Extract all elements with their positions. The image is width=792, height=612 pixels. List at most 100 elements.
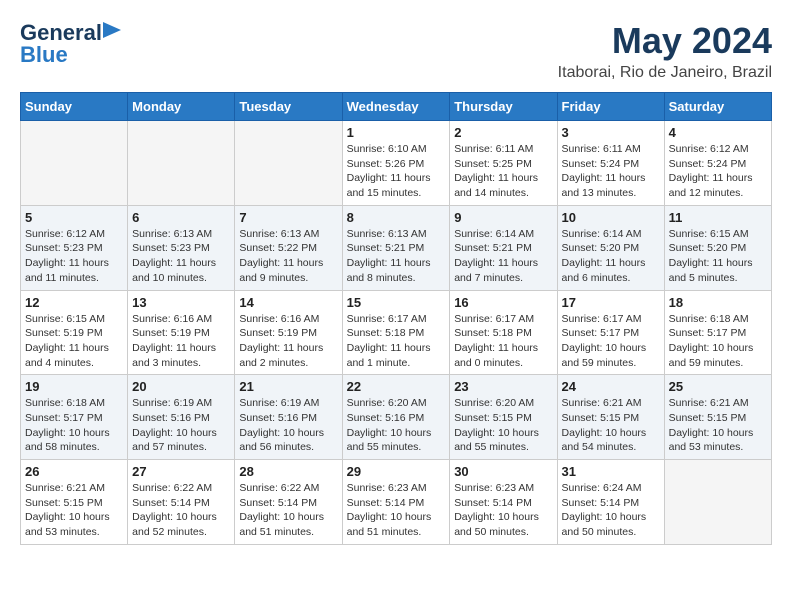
day-number: 23 (454, 379, 552, 394)
title-section: May 2024 Itaborai, Rio de Janeiro, Brazi… (558, 20, 772, 82)
day-info: Sunrise: 6:22 AM Sunset: 5:14 PM Dayligh… (132, 481, 230, 540)
calendar-week-1: 1 Sunrise: 6:10 AM Sunset: 5:26 PM Daylig… (21, 121, 772, 206)
day-number: 22 (347, 379, 446, 394)
day-number: 12 (25, 295, 123, 310)
calendar-cell: 8Sunrise: 6:13 AM Sunset: 5:21 PM Daylig… (342, 205, 450, 290)
weekday-header-friday: Friday (557, 93, 664, 121)
calendar-week-4: 19 Sunrise: 6:18 AM Sunset: 5:17 PM Dayli… (21, 375, 772, 460)
calendar-cell: 27 Sunrise: 6:22 AM Sunset: 5:14 PM Dayli… (128, 460, 235, 545)
weekday-header-wednesday: Wednesday (342, 93, 450, 121)
day-number: 16 (454, 295, 552, 310)
calendar-cell: 20 Sunrise: 6:19 AM Sunset: 5:16 PM Dayli… (128, 375, 235, 460)
calendar-cell: 23 Sunrise: 6:20 AM Sunset: 5:15 PM Dayli… (450, 375, 557, 460)
logo-blue-text: Blue (20, 42, 68, 68)
calendar-cell: 9 Sunrise: 6:14 AM Sunset: 5:21 PM Daylig… (450, 205, 557, 290)
calendar-cell: 26Sunrise: 6:21 AM Sunset: 5:15 PM Dayli… (21, 460, 128, 545)
weekday-header-monday: Monday (128, 93, 235, 121)
day-number: 4 (669, 125, 767, 140)
day-info: Sunrise: 6:19 AM Sunset: 5:16 PM Dayligh… (239, 396, 337, 455)
day-info: Sunrise: 6:11 AM Sunset: 5:25 PM Dayligh… (454, 142, 552, 201)
logo: General Blue (20, 20, 122, 68)
day-info: Sunrise: 6:23 AM Sunset: 5:14 PM Dayligh… (347, 481, 446, 540)
calendar-cell: 22 Sunrise: 6:20 AM Sunset: 5:16 PM Dayli… (342, 375, 450, 460)
day-number: 14 (239, 295, 337, 310)
day-info: Sunrise: 6:20 AM Sunset: 5:16 PM Dayligh… (347, 396, 446, 455)
calendar-cell: 25 Sunrise: 6:21 AM Sunset: 5:15 PM Dayli… (664, 375, 771, 460)
calendar-week-3: 12 Sunrise: 6:15 AM Sunset: 5:19 PM Dayli… (21, 290, 772, 375)
day-info: Sunrise: 6:13 AM Sunset: 5:21 PM Dayligh… (347, 227, 446, 286)
day-number: 19 (25, 379, 123, 394)
weekday-header-thursday: Thursday (450, 93, 557, 121)
day-info: Sunrise: 6:12 AM Sunset: 5:24 PM Dayligh… (669, 142, 767, 201)
day-info: Sunrise: 6:10 AM Sunset: 5:26 PM Dayligh… (347, 142, 446, 201)
day-info: Sunrise: 6:21 AM Sunset: 5:15 PM Dayligh… (669, 396, 767, 455)
day-number: 6 (132, 210, 230, 225)
calendar-cell (235, 121, 342, 206)
calendar-cell: 18Sunrise: 6:18 AM Sunset: 5:17 PM Dayli… (664, 290, 771, 375)
calendar-week-5: 26Sunrise: 6:21 AM Sunset: 5:15 PM Dayli… (21, 460, 772, 545)
day-number: 20 (132, 379, 230, 394)
page-title: May 2024 (558, 20, 772, 62)
page-header: General Blue May 2024 Itaborai, Rio de J… (20, 20, 772, 82)
day-number: 17 (562, 295, 660, 310)
day-number: 9 (454, 210, 552, 225)
day-info: Sunrise: 6:17 AM Sunset: 5:18 PM Dayligh… (347, 312, 446, 371)
day-info: Sunrise: 6:14 AM Sunset: 5:20 PM Dayligh… (562, 227, 660, 286)
calendar-cell: 29 Sunrise: 6:23 AM Sunset: 5:14 PM Dayli… (342, 460, 450, 545)
day-info: Sunrise: 6:19 AM Sunset: 5:16 PM Dayligh… (132, 396, 230, 455)
day-info: Sunrise: 6:15 AM Sunset: 5:20 PM Dayligh… (669, 227, 767, 286)
day-info: Sunrise: 6:11 AM Sunset: 5:24 PM Dayligh… (562, 142, 660, 201)
calendar-cell: 2 Sunrise: 6:11 AM Sunset: 5:25 PM Daylig… (450, 121, 557, 206)
day-number: 25 (669, 379, 767, 394)
calendar-cell: 13Sunrise: 6:16 AM Sunset: 5:19 PM Dayli… (128, 290, 235, 375)
weekday-header-saturday: Saturday (664, 93, 771, 121)
calendar-cell: 24Sunrise: 6:21 AM Sunset: 5:15 PM Dayli… (557, 375, 664, 460)
calendar-cell: 7Sunrise: 6:13 AM Sunset: 5:22 PM Daylig… (235, 205, 342, 290)
day-info: Sunrise: 6:13 AM Sunset: 5:23 PM Dayligh… (132, 227, 230, 286)
calendar-cell: 16 Sunrise: 6:17 AM Sunset: 5:18 PM Dayli… (450, 290, 557, 375)
calendar-week-2: 5Sunrise: 6:12 AM Sunset: 5:23 PM Daylig… (21, 205, 772, 290)
calendar-cell: 31Sunrise: 6:24 AM Sunset: 5:14 PM Dayli… (557, 460, 664, 545)
calendar-cell: 5Sunrise: 6:12 AM Sunset: 5:23 PM Daylig… (21, 205, 128, 290)
calendar-cell: 19 Sunrise: 6:18 AM Sunset: 5:17 PM Dayli… (21, 375, 128, 460)
day-number: 15 (347, 295, 446, 310)
calendar-cell: 17Sunrise: 6:17 AM Sunset: 5:17 PM Dayli… (557, 290, 664, 375)
calendar-cell (664, 460, 771, 545)
day-info: Sunrise: 6:18 AM Sunset: 5:17 PM Dayligh… (25, 396, 123, 455)
weekday-header-row: SundayMondayTuesdayWednesdayThursdayFrid… (21, 93, 772, 121)
day-number: 18 (669, 295, 767, 310)
day-number: 1 (347, 125, 446, 140)
calendar-cell: 28 Sunrise: 6:22 AM Sunset: 5:14 PM Dayli… (235, 460, 342, 545)
logo-flag-icon (103, 22, 121, 44)
day-number: 28 (239, 464, 337, 479)
day-number: 31 (562, 464, 660, 479)
calendar-cell: 6 Sunrise: 6:13 AM Sunset: 5:23 PM Daylig… (128, 205, 235, 290)
day-number: 21 (239, 379, 337, 394)
calendar-cell: 11 Sunrise: 6:15 AM Sunset: 5:20 PM Dayli… (664, 205, 771, 290)
day-info: Sunrise: 6:17 AM Sunset: 5:18 PM Dayligh… (454, 312, 552, 371)
calendar-cell: 4 Sunrise: 6:12 AM Sunset: 5:24 PM Daylig… (664, 121, 771, 206)
day-number: 29 (347, 464, 446, 479)
calendar-cell: 3Sunrise: 6:11 AM Sunset: 5:24 PM Daylig… (557, 121, 664, 206)
day-number: 5 (25, 210, 123, 225)
weekday-header-sunday: Sunday (21, 93, 128, 121)
day-info: Sunrise: 6:15 AM Sunset: 5:19 PM Dayligh… (25, 312, 123, 371)
day-number: 27 (132, 464, 230, 479)
calendar-cell: 1 Sunrise: 6:10 AM Sunset: 5:26 PM Daylig… (342, 121, 450, 206)
day-number: 24 (562, 379, 660, 394)
page-subtitle: Itaborai, Rio de Janeiro, Brazil (558, 64, 772, 82)
weekday-header-tuesday: Tuesday (235, 93, 342, 121)
day-number: 11 (669, 210, 767, 225)
day-info: Sunrise: 6:21 AM Sunset: 5:15 PM Dayligh… (25, 481, 123, 540)
calendar-table: SundayMondayTuesdayWednesdayThursdayFrid… (20, 92, 772, 545)
day-info: Sunrise: 6:16 AM Sunset: 5:19 PM Dayligh… (132, 312, 230, 371)
day-number: 2 (454, 125, 552, 140)
day-info: Sunrise: 6:22 AM Sunset: 5:14 PM Dayligh… (239, 481, 337, 540)
calendar-cell: 14Sunrise: 6:16 AM Sunset: 5:19 PM Dayli… (235, 290, 342, 375)
day-info: Sunrise: 6:20 AM Sunset: 5:15 PM Dayligh… (454, 396, 552, 455)
day-number: 10 (562, 210, 660, 225)
day-info: Sunrise: 6:13 AM Sunset: 5:22 PM Dayligh… (239, 227, 337, 286)
calendar-cell: 12 Sunrise: 6:15 AM Sunset: 5:19 PM Dayli… (21, 290, 128, 375)
calendar-cell (128, 121, 235, 206)
day-info: Sunrise: 6:14 AM Sunset: 5:21 PM Dayligh… (454, 227, 552, 286)
